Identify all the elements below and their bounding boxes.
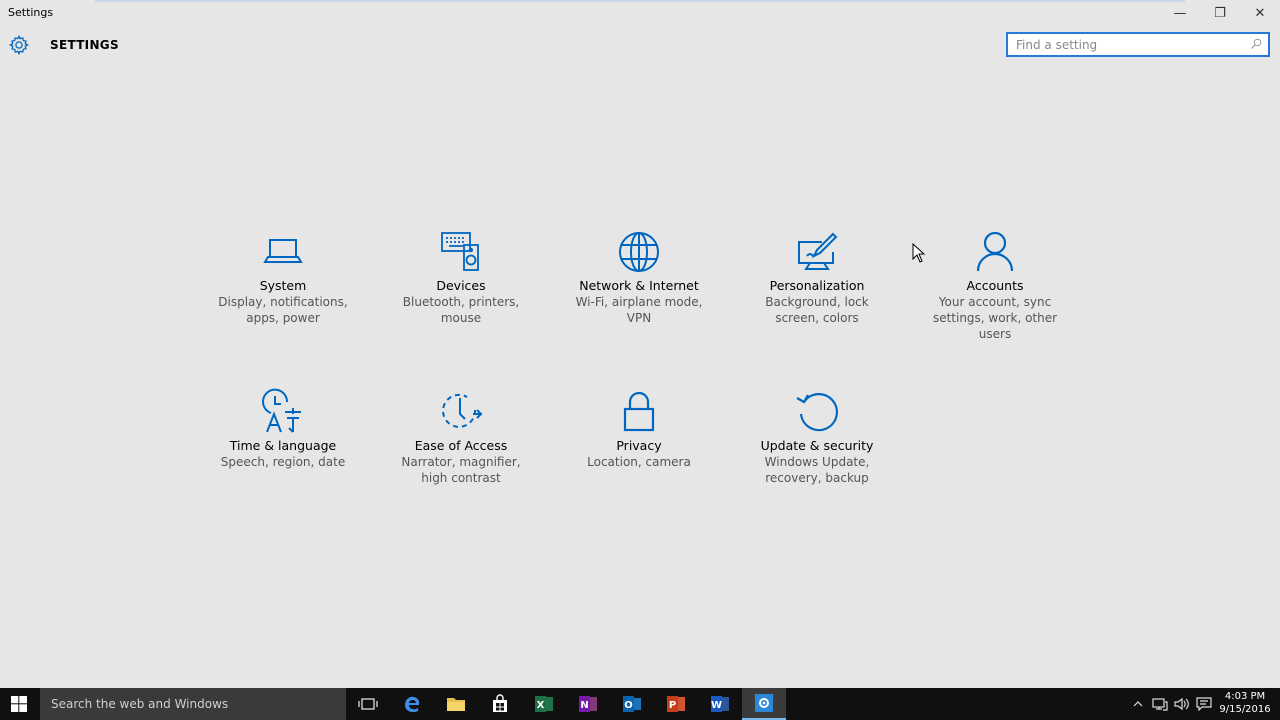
category-accounts[interactable]: Accounts Your account, sync settings, wo…: [905, 228, 1085, 342]
taskbar-search-placeholder: Search the web and Windows: [51, 697, 229, 711]
window-title: Settings: [8, 6, 54, 19]
category-description: Display, notifications, apps, power: [218, 295, 348, 325]
ease-of-access-icon: [442, 393, 483, 428]
title-bar: Settings — ❐ ✕: [0, 0, 1280, 26]
category-name: Personalization: [769, 278, 865, 293]
category-personalization[interactable]: Personalization Background, lock screen,…: [727, 228, 907, 326]
page-title: SETTINGS: [50, 38, 119, 52]
onenote-icon[interactable]: N: [566, 688, 610, 720]
taskbar-search-box[interactable]: Search the web and Windows: [40, 688, 346, 720]
powerpoint-icon[interactable]: P: [654, 688, 698, 720]
category-name: Privacy: [616, 438, 662, 453]
category-description: Narrator, magnifier, high contrast: [401, 455, 521, 485]
category-time-language[interactable]: Time & language Speech, region, date: [193, 388, 373, 470]
category-name: Accounts: [966, 278, 1024, 293]
category-description: Background, lock screen, colors: [765, 295, 869, 325]
category-description: Your account, sync settings, work, other…: [932, 295, 1058, 341]
lock-icon: [623, 391, 655, 432]
category-description: Wi-Fi, airplane mode, VPN: [575, 295, 703, 325]
start-button[interactable]: [0, 688, 38, 720]
category-network[interactable]: Network & Internet Wi-Fi, airplane mode,…: [549, 228, 729, 326]
category-name: Update & security: [760, 438, 874, 453]
network-icon[interactable]: [1150, 688, 1170, 720]
action-center-icon[interactable]: [1194, 688, 1214, 720]
svg-text:W: W: [711, 700, 722, 711]
category-name: System: [259, 278, 307, 293]
category-name: Time & language: [229, 438, 337, 453]
category-name: Devices: [436, 278, 486, 293]
mouse-pointer-icon: [912, 243, 926, 263]
windows-logo-icon: [11, 696, 27, 712]
taskbar-clock[interactable]: 4:03 PM 9/15/2016: [1216, 690, 1274, 716]
category-description: Bluetooth, printers, mouse: [402, 295, 520, 325]
clock-date: 9/15/2016: [1219, 704, 1271, 715]
refresh-icon: [796, 393, 838, 432]
paint-brush-icon: [798, 232, 838, 270]
minimize-button[interactable]: —: [1160, 0, 1200, 26]
category-privacy[interactable]: Privacy Location, camera: [549, 388, 729, 470]
svg-text:P: P: [669, 700, 676, 711]
category-description: Speech, region, date: [220, 455, 346, 469]
close-button[interactable]: ✕: [1240, 0, 1280, 26]
category-update-security[interactable]: Update & security Windows Update, recove…: [727, 388, 907, 486]
settings-icon[interactable]: [742, 688, 786, 720]
svg-text:N: N: [580, 700, 588, 711]
time-language-icon: [262, 388, 301, 433]
store-icon[interactable]: [478, 688, 522, 720]
laptop-icon: [263, 239, 303, 263]
task-view-icon[interactable]: [346, 688, 390, 720]
volume-icon[interactable]: [1172, 688, 1192, 720]
category-name: Ease of Access: [414, 438, 508, 453]
search-input[interactable]: [1008, 34, 1238, 56]
restore-button[interactable]: ❐: [1200, 0, 1240, 26]
devices-icon: [441, 232, 479, 271]
category-system[interactable]: System Display, notifications, apps, pow…: [193, 228, 373, 326]
edge-icon[interactable]: [390, 688, 434, 720]
gear-icon: [8, 34, 30, 56]
svg-text:X: X: [537, 700, 545, 711]
category-description: Location, camera: [587, 455, 691, 469]
excel-icon[interactable]: X: [522, 688, 566, 720]
category-name: Network & Internet: [579, 278, 699, 293]
taskbar: Search the web and Windows X N O P W 4:0…: [0, 688, 1280, 720]
outlook-icon[interactable]: O: [610, 688, 654, 720]
word-icon[interactable]: W: [698, 688, 742, 720]
globe-icon: [619, 232, 659, 272]
search-icon[interactable]: [1250, 38, 1262, 50]
file-explorer-icon[interactable]: [434, 688, 478, 720]
category-description: Windows Update, recovery, backup: [764, 455, 870, 485]
title-bar-accent: [95, 0, 1185, 2]
clock-time: 4:03 PM: [1224, 691, 1266, 702]
category-devices[interactable]: Devices Bluetooth, printers, mouse: [371, 228, 551, 326]
show-hidden-icons-icon[interactable]: [1130, 688, 1146, 720]
svg-text:O: O: [624, 700, 633, 711]
person-icon: [976, 231, 1014, 272]
category-ease-of-access[interactable]: Ease of Access Narrator, magnifier, high…: [371, 388, 551, 486]
find-setting-search[interactable]: [1006, 32, 1270, 57]
